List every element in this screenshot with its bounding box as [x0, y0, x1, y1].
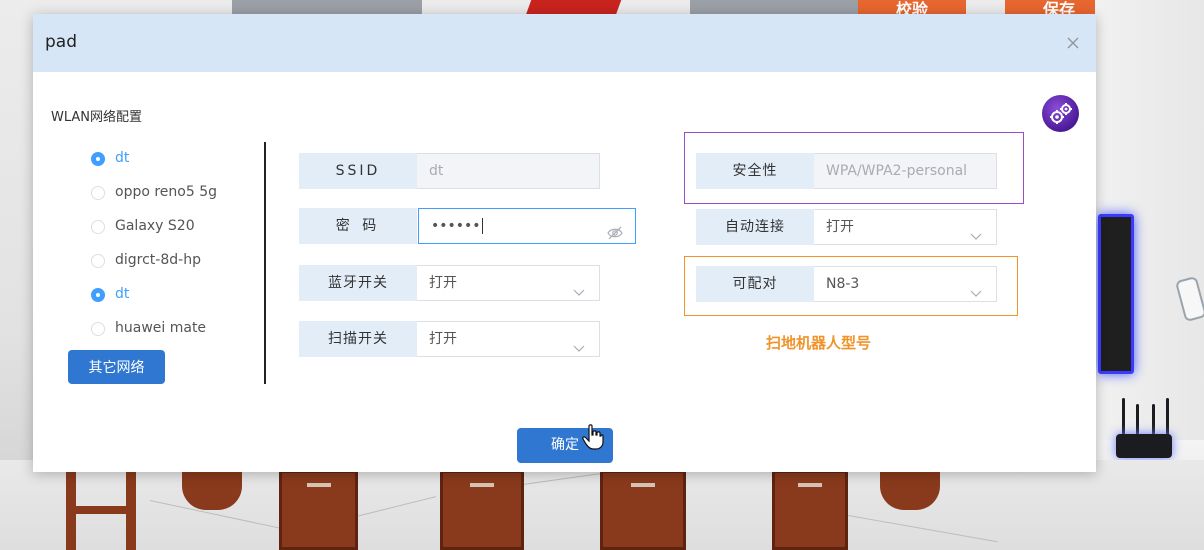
pairable-row: 可配对 N8-3	[696, 266, 997, 302]
pairable-label: 可配对	[696, 266, 814, 302]
robot-model-annotation: 扫地机器人型号	[766, 334, 872, 352]
close-icon[interactable]	[1066, 36, 1080, 50]
settings-gear-icon[interactable]	[1042, 95, 1079, 132]
vase	[182, 470, 242, 510]
vertical-divider	[264, 142, 266, 384]
auto-connect-label: 自动连接	[696, 209, 814, 245]
password-row: 密 码 ••••••	[299, 208, 636, 244]
vase	[880, 470, 940, 510]
wooden-stool	[66, 470, 136, 550]
wlan-option-galaxy[interactable]: Galaxy S20	[91, 218, 271, 252]
wlan-config-dialog: pad WLAN网络配置 dt oppo reno5 5g Galaxy S20	[33, 14, 1096, 472]
radio-unchecked-icon[interactable]	[91, 322, 105, 336]
auto-connect-row: 自动连接 打开	[696, 209, 997, 245]
wlan-option-label: oppo reno5 5g	[115, 184, 218, 200]
ceiling-beam	[690, 0, 860, 14]
wlan-option-label: dt	[115, 150, 130, 166]
bluetooth-select[interactable]: 打开	[417, 265, 600, 301]
eye-hidden-icon[interactable]	[607, 219, 623, 240]
cabinet	[772, 470, 848, 550]
bluetooth-value: 打开	[429, 275, 457, 291]
radio-unchecked-icon[interactable]	[91, 186, 105, 200]
ceiling-beam	[232, 0, 422, 14]
scan-row: 扫描开关 打开	[299, 321, 600, 357]
security-input[interactable]: WPA/WPA2-personal	[814, 153, 997, 189]
cabinet	[279, 470, 358, 550]
pairable-select[interactable]: N8-3	[814, 266, 997, 302]
dialog-title: pad	[45, 32, 77, 52]
auto-connect-value: 打开	[826, 219, 854, 235]
wlan-option-dt-2[interactable]: dt	[91, 286, 271, 320]
chevron-down-icon	[970, 221, 982, 240]
scan-value: 打开	[429, 331, 457, 347]
cabinet	[600, 470, 686, 550]
ssid-input[interactable]: dt	[417, 153, 600, 189]
wlan-option-label: dt	[115, 286, 130, 302]
wlan-option-huawei[interactable]: huawei mate	[91, 320, 271, 354]
bluetooth-row: 蓝牙开关 打开	[299, 265, 600, 301]
radio-unchecked-icon[interactable]	[91, 254, 105, 268]
router-device	[1116, 434, 1172, 458]
password-label: 密 码	[299, 208, 417, 244]
tv-device	[1098, 214, 1134, 374]
wlan-option-label: Galaxy S20	[115, 218, 195, 234]
password-value: ••••••	[431, 218, 481, 234]
other-network-button[interactable]: 其它网络	[68, 350, 165, 384]
wlan-option-digrct[interactable]: digrct-8d-hp	[91, 252, 271, 286]
chevron-down-icon	[573, 277, 585, 296]
pairable-value: N8-3	[826, 276, 860, 292]
wlan-option-dt[interactable]: dt	[91, 150, 271, 184]
text-caret	[481, 218, 483, 234]
ssid-label: SSID	[299, 153, 417, 189]
bluetooth-label: 蓝牙开关	[299, 265, 417, 301]
wlan-option-oppo[interactable]: oppo reno5 5g	[91, 184, 271, 218]
auto-connect-select[interactable]: 打开	[814, 209, 997, 245]
radio-checked-icon[interactable]	[91, 152, 105, 166]
cabinet	[440, 470, 524, 550]
scan-label: 扫描开关	[299, 321, 417, 357]
password-input[interactable]: ••••••	[418, 208, 636, 244]
security-row: 安全性 WPA/WPA2-personal	[696, 153, 997, 189]
chevron-down-icon	[573, 333, 585, 352]
radio-unchecked-icon[interactable]	[91, 220, 105, 234]
wlan-option-label: huawei mate	[115, 320, 207, 336]
section-label: WLAN网络配置	[51, 110, 143, 125]
wlan-option-label: digrct-8d-hp	[115, 252, 201, 268]
radio-checked-icon[interactable]	[91, 288, 105, 302]
wlan-network-list: dt oppo reno5 5g Galaxy S20 digrct-8d-hp…	[91, 150, 271, 354]
chevron-down-icon	[970, 278, 982, 297]
security-label: 安全性	[696, 153, 814, 189]
dialog-header: pad	[33, 14, 1096, 72]
hand-pointer-icon	[582, 424, 604, 450]
scan-select[interactable]: 打开	[417, 321, 600, 357]
ssid-row: SSID dt	[299, 153, 600, 189]
